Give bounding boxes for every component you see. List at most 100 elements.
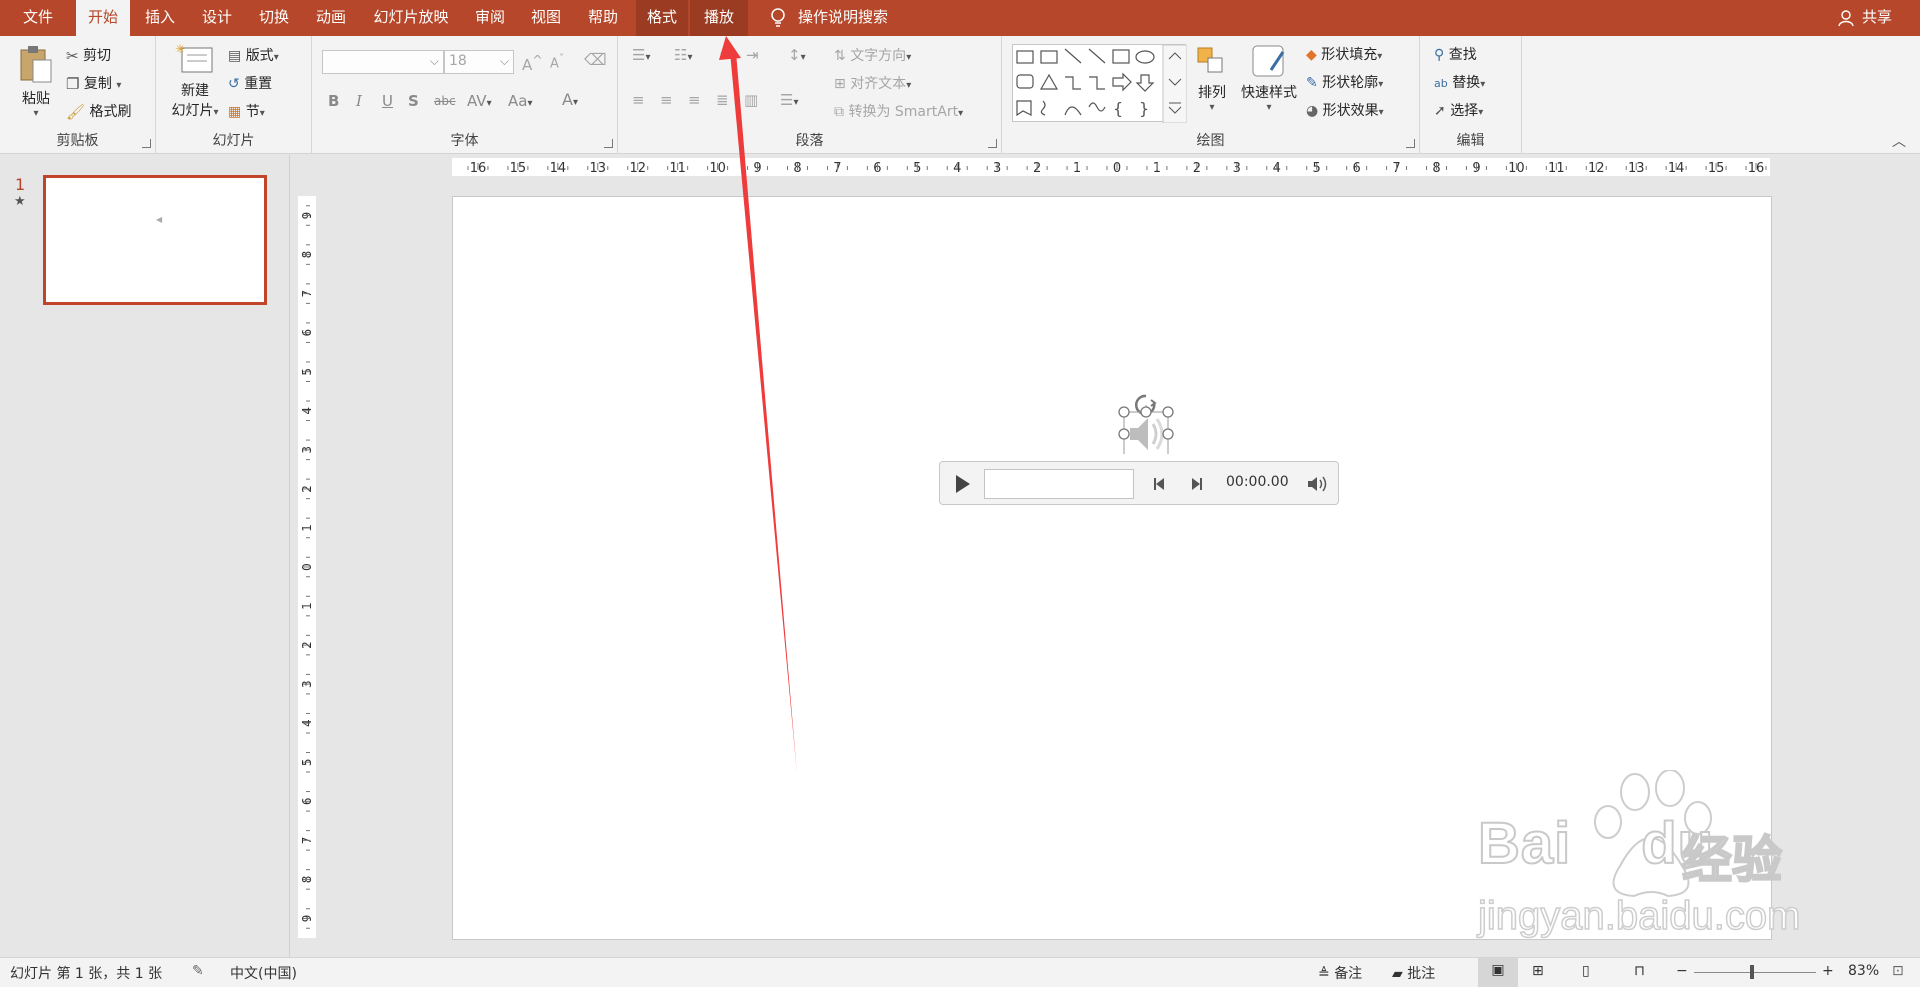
- quick-styles-dropdown-arrow: ▾: [1266, 102, 1272, 113]
- font-name-combo[interactable]: ⌵: [322, 50, 444, 74]
- italic-button[interactable]: I: [356, 92, 362, 110]
- tab-view[interactable]: 视图: [522, 0, 570, 36]
- align-text-button[interactable]: ⊞ 对齐文本▾: [834, 73, 911, 93]
- find-button[interactable]: ⚲ 查找: [1434, 44, 1477, 64]
- justify-button[interactable]: ≣: [716, 91, 729, 109]
- clipboard-icon: [20, 46, 52, 83]
- shadow-button[interactable]: S: [408, 92, 419, 110]
- increase-indent-button[interactable]: ⇥: [746, 46, 759, 64]
- arrange-dropdown-arrow: ▾: [1209, 102, 1215, 113]
- align-right-button[interactable]: ≡: [688, 91, 701, 109]
- font-size-combo[interactable]: 18 ⌵: [444, 50, 514, 74]
- text-direction-button[interactable]: ⇅ 文字方向▾: [834, 45, 911, 65]
- font-color-button[interactable]: A▾: [562, 90, 578, 109]
- paste-button[interactable]: 粘贴 ▾: [14, 44, 58, 126]
- scissors-icon: ✂: [66, 47, 79, 65]
- tell-me-search[interactable]: 操作说明搜索: [764, 0, 888, 36]
- underline-button[interactable]: U: [382, 92, 393, 110]
- step-forward-icon[interactable]: [1186, 474, 1206, 494]
- bold-button[interactable]: B: [328, 92, 339, 110]
- language-status[interactable]: 中文(中国): [230, 963, 297, 983]
- share-button[interactable]: 共享: [1838, 0, 1892, 36]
- section-label: 节: [245, 104, 260, 120]
- zoom-slider-thumb[interactable]: [1750, 965, 1754, 979]
- section-button[interactable]: ▦ 节▾: [228, 101, 265, 121]
- comments-button[interactable]: ▰ 批注: [1392, 963, 1435, 983]
- align-left-button[interactable]: ≡: [632, 91, 645, 109]
- cut-label: 剪切: [83, 48, 112, 64]
- new-slide-button[interactable]: ✳ 新建 幻灯片▾: [164, 42, 226, 126]
- reset-button[interactable]: ↺ 重置: [228, 73, 272, 93]
- horizontal-ruler: 16 15 14 13 12 11 10 9 8 7 6 5 4 3 2 1 0 1 2 3 4 5 6 7 8 9 10 11 12 1…: [452, 158, 1770, 176]
- volume-icon[interactable]: [1306, 474, 1328, 494]
- notes-icon: ≜: [1318, 966, 1330, 982]
- person-icon: [1838, 10, 1854, 27]
- font-launcher-icon[interactable]: [604, 139, 613, 148]
- clear-format-icon[interactable]: ⌫: [584, 50, 607, 69]
- paragraph-group-label: 段落: [795, 133, 824, 149]
- tab-help[interactable]: 帮助: [579, 0, 627, 36]
- paint-bucket-icon: ◆: [1306, 47, 1317, 63]
- clipboard-launcher-icon[interactable]: [142, 139, 151, 148]
- tab-playback[interactable]: 播放: [690, 0, 748, 36]
- paragraph-launcher-icon[interactable]: [988, 139, 997, 148]
- collapse-ribbon-icon[interactable]: ︿: [1892, 131, 1906, 151]
- tab-animations[interactable]: 动画: [307, 0, 355, 36]
- normal-view-icon[interactable]: ▣: [1478, 958, 1518, 987]
- audio-progress-bar[interactable]: [984, 469, 1134, 499]
- change-case-button[interactable]: Aa▾: [508, 92, 532, 110]
- tab-insert[interactable]: 插入: [136, 0, 184, 36]
- reading-view-icon[interactable]: ▯: [1582, 963, 1590, 979]
- chevron-down-icon: ⌵: [429, 54, 439, 68]
- tab-slideshow[interactable]: 幻灯片放映: [364, 0, 458, 36]
- tab-format[interactable]: 格式: [636, 0, 688, 36]
- slide-thumbnail[interactable]: ◀: [43, 175, 267, 305]
- bullets-button[interactable]: ☰▾: [632, 46, 650, 64]
- replace-button[interactable]: ab 替换▾: [1434, 72, 1485, 92]
- fit-to-window-icon[interactable]: ⊡: [1892, 963, 1904, 979]
- play-icon[interactable]: [946, 468, 978, 500]
- strikethrough-button[interactable]: abc: [434, 94, 456, 108]
- reset-icon: ↺: [228, 76, 240, 92]
- convert-smartart-button[interactable]: ⧉ 转换为 SmartArt▾: [834, 101, 963, 121]
- quick-styles-icon: [1252, 45, 1285, 77]
- distributed-button[interactable]: ☰▾: [780, 91, 798, 109]
- layout-button[interactable]: ▤ 版式▾: [228, 45, 279, 65]
- numbering-button[interactable]: ☷▾: [674, 46, 692, 64]
- audio-speaker-icon[interactable]: [1113, 392, 1179, 454]
- section-icon: ▦: [228, 104, 242, 120]
- format-painter-button[interactable]: 🖌 格式刷: [66, 101, 132, 121]
- select-button[interactable]: ➚ 选择▾: [1434, 100, 1483, 120]
- zoom-out-icon[interactable]: −: [1676, 963, 1688, 979]
- tab-review[interactable]: 审阅: [466, 0, 514, 36]
- zoom-in-icon[interactable]: +: [1822, 963, 1834, 979]
- columns-button[interactable]: ▥: [744, 91, 758, 109]
- slideshow-view-icon[interactable]: ⊓: [1634, 963, 1645, 979]
- tab-design[interactable]: 设计: [193, 0, 241, 36]
- tab-home[interactable]: 开始: [76, 0, 130, 38]
- tab-file[interactable]: 文件: [14, 0, 62, 36]
- decrease-indent-button[interactable]: ⇤: [720, 46, 733, 64]
- shape-effects-button[interactable]: ◕ 形状效果▾: [1306, 100, 1384, 120]
- quick-styles-button[interactable]: 快速样式 ▾: [1236, 44, 1302, 126]
- svg-text:}: }: [1139, 99, 1149, 118]
- spellcheck-icon[interactable]: ✎: [192, 963, 204, 979]
- arrange-button[interactable]: 排列 ▾: [1192, 44, 1232, 126]
- step-back-icon[interactable]: [1150, 474, 1170, 494]
- notes-button[interactable]: ≜ 备注: [1318, 963, 1362, 983]
- align-center-button[interactable]: ≡: [660, 91, 673, 109]
- shape-fill-button[interactable]: ◆ 形状填充▾: [1306, 44, 1382, 64]
- shapes-gallery[interactable]: { }: [1012, 44, 1188, 124]
- line-spacing-button[interactable]: ↕▾: [788, 46, 806, 64]
- shape-outline-button[interactable]: ✎ 形状轮廓▾: [1306, 72, 1383, 92]
- copy-button[interactable]: ❐ 复制 ▾: [66, 73, 121, 93]
- drawing-launcher-icon[interactable]: [1406, 139, 1415, 148]
- cut-button[interactable]: ✂ 剪切: [66, 45, 111, 65]
- zoom-slider[interactable]: [1694, 965, 1816, 979]
- shrink-font-button[interactable]: Aˇ: [550, 52, 564, 71]
- char-spacing-button[interactable]: AV▾: [467, 92, 492, 110]
- slide-sorter-icon[interactable]: ⊞: [1532, 963, 1544, 979]
- grow-font-button[interactable]: A^: [522, 52, 543, 74]
- zoom-level[interactable]: 83%: [1848, 963, 1879, 979]
- tab-transitions[interactable]: 切换: [250, 0, 298, 36]
